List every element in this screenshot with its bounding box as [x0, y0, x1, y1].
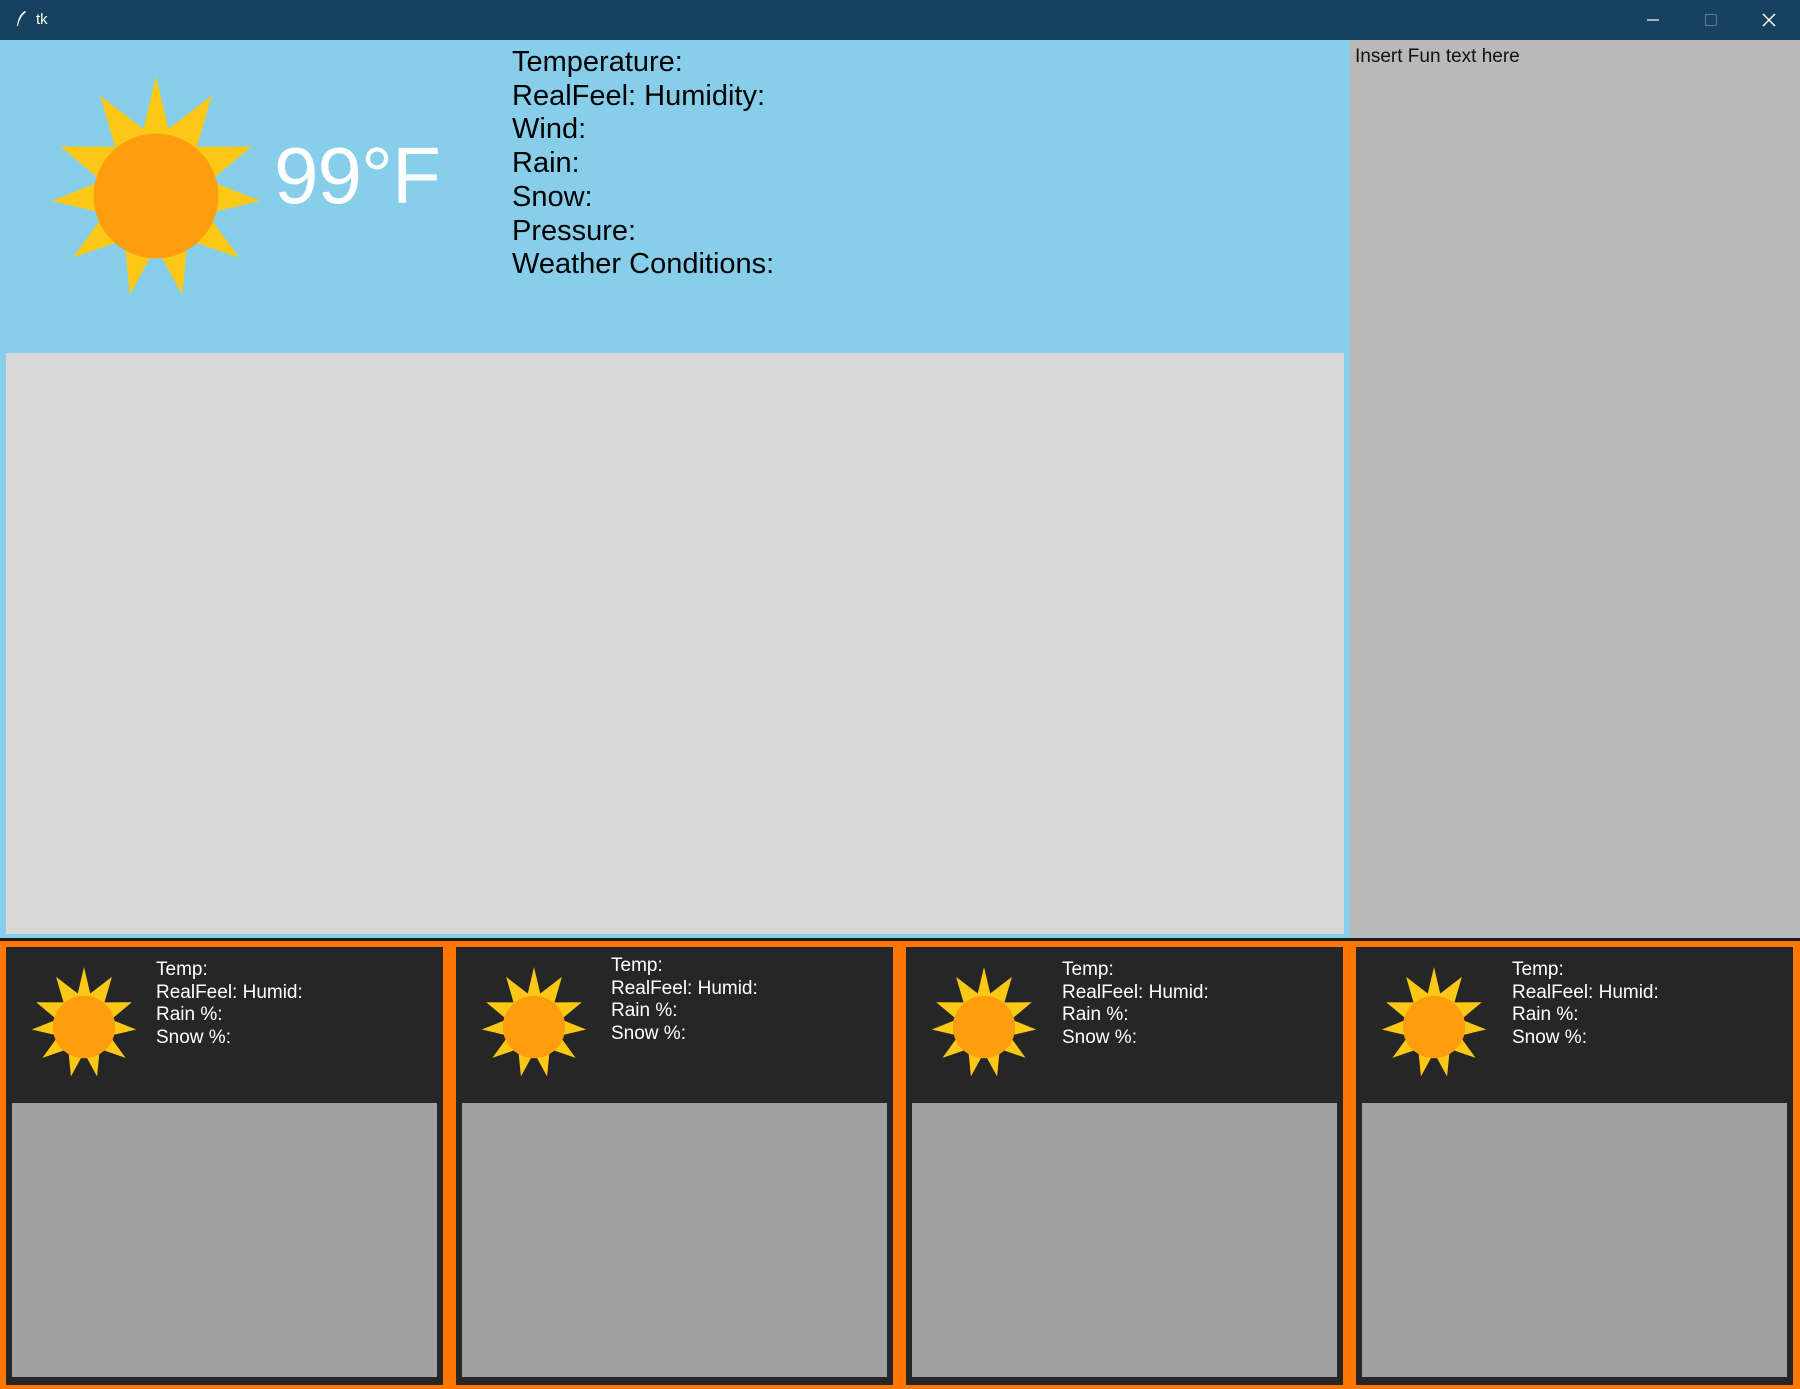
forecast-snow-label: Snow %:	[1062, 1026, 1137, 1048]
forecast-rain-label: Rain %:	[611, 1000, 678, 1021]
forecast-card: Temp: RealFeel: Humid: Rain %: Snow %:	[456, 947, 893, 1385]
sun-icon	[24, 967, 144, 1087]
sun-icon	[36, 76, 276, 316]
close-button[interactable]	[1740, 0, 1798, 40]
forecast-rain-label: Rain %:	[1062, 1004, 1129, 1025]
temperature-label: Temperature:	[512, 46, 683, 78]
sun-icon	[474, 967, 594, 1087]
fun-text-panel: Insert Fun text here	[1350, 40, 1800, 938]
forecast-realfeel-humid-label: RealFeel: Humid:	[1512, 981, 1659, 1003]
minimize-button[interactable]	[1624, 0, 1682, 40]
forecast-graph-canvas	[462, 1103, 887, 1377]
forecast-temp-label: Temp:	[611, 955, 663, 976]
tk-feather-icon	[17, 11, 26, 26]
forecast-row: Temp: RealFeel: Humid: Rain %: Snow %: T…	[0, 941, 1800, 1389]
app-window: 99°F Temperature: RealFeel: Humidity: Wi…	[0, 40, 1800, 1389]
forecast-realfeel-humid-label: RealFeel: Humid:	[611, 977, 758, 999]
forecast-realfeel-humid-label: RealFeel: Humid:	[1062, 981, 1209, 1003]
forecast-details: Temp: RealFeel: Humid: Rain %: Snow %:	[1512, 959, 1659, 1049]
forecast-details: Temp: RealFeel: Humid: Rain %: Snow %:	[611, 955, 758, 1045]
maximize-button[interactable]	[1682, 0, 1740, 40]
forecast-rain-label: Rain %:	[156, 1004, 223, 1025]
forecast-card: Temp: RealFeel: Humid: Rain %: Snow %:	[1356, 947, 1793, 1385]
forecast-graph-canvas	[1362, 1103, 1787, 1377]
fun-text: Insert Fun text here	[1355, 46, 1520, 67]
forecast-temp-label: Temp:	[156, 959, 208, 980]
forecast-card: Temp: RealFeel: Humid: Rain %: Snow %:	[906, 947, 1343, 1385]
sun-icon	[924, 967, 1044, 1087]
forecast-snow-label: Snow %:	[1512, 1026, 1587, 1048]
window-title: tk	[36, 11, 48, 28]
snow-label: Snow:	[512, 180, 593, 213]
forecast-snow-label: Snow %:	[611, 1022, 686, 1044]
sun-icon	[1374, 967, 1494, 1087]
conditions-label: Weather Conditions:	[512, 248, 775, 281]
realfeel-humidity-label: RealFeel: Humidity:	[512, 79, 766, 112]
maximize-icon	[1705, 14, 1717, 26]
current-weather-panel: 99°F Temperature: RealFeel: Humidity: Wi…	[0, 40, 1350, 938]
wind-label: Wind:	[512, 113, 587, 146]
rain-label: Rain:	[512, 147, 580, 180]
forecast-details: Temp: RealFeel: Humid: Rain %: Snow %:	[1062, 959, 1209, 1049]
window-titlebar: tk	[0, 0, 1800, 40]
forecast-graph-canvas	[12, 1103, 437, 1377]
forecast-snow-label: Snow %:	[156, 1026, 231, 1048]
forecast-realfeel-humid-label: RealFeel: Humid:	[156, 981, 303, 1003]
forecast-temp-label: Temp:	[1512, 959, 1564, 980]
forecast-rain-label: Rain %:	[1512, 1004, 1579, 1025]
current-temperature: 99°F	[274, 131, 441, 220]
pressure-label: Pressure:	[512, 214, 637, 247]
main-graph-canvas	[6, 353, 1344, 934]
forecast-temp-label: Temp:	[1062, 959, 1114, 980]
forecast-card: Temp: RealFeel: Humid: Rain %: Snow %:	[6, 947, 443, 1385]
minimize-icon	[1647, 19, 1659, 21]
forecast-details: Temp: RealFeel: Humid: Rain %: Snow %:	[156, 959, 303, 1049]
forecast-graph-canvas	[912, 1103, 1337, 1377]
current-details: Temperature: RealFeel: Humidity: Wind: R…	[512, 46, 774, 282]
close-icon	[1762, 13, 1776, 27]
